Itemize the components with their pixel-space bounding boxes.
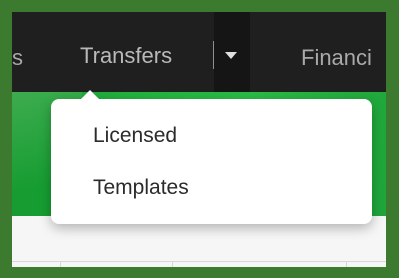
transfers-dropdown-toggle[interactable] (214, 12, 250, 92)
menu-item-templates[interactable]: Templates (93, 176, 189, 200)
top-navbar: s Transfers Financi (12, 12, 386, 92)
table-column-divider (60, 262, 61, 267)
table-column-divider (172, 262, 173, 267)
screenshot-frame: s Transfers Financi Licensed Templates (0, 0, 399, 278)
nav-item-partial[interactable]: s (12, 45, 23, 71)
table-column-divider (346, 262, 347, 267)
nav-item-financials[interactable]: Financi (301, 45, 372, 71)
nav-item-transfers[interactable]: Transfers (80, 43, 172, 69)
dropdown-pointer (81, 90, 99, 99)
chevron-down-icon (225, 52, 237, 59)
menu-item-licensed[interactable]: Licensed (93, 124, 177, 148)
table-header-line (12, 261, 386, 262)
app-viewport: s Transfers Financi Licensed Templates (12, 12, 386, 267)
transfers-dropdown-menu: Licensed Templates (51, 90, 372, 224)
